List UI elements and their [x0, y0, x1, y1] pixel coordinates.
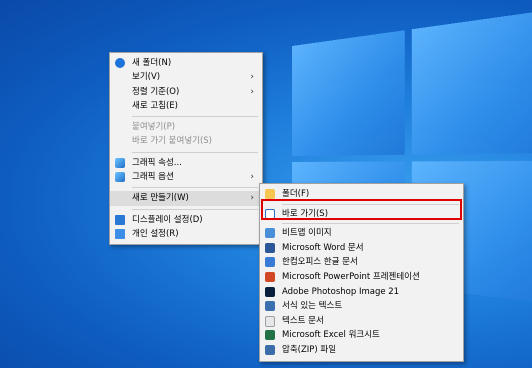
menu-item-label: 그래픽 옵션 [132, 172, 174, 183]
chevron-right-icon: › [250, 72, 254, 83]
submenu-item-hwp[interactable]: 한컴오피스 한글 문서 [260, 255, 463, 270]
photoshop-icon [265, 286, 275, 297]
submenu-item-excel[interactable]: Microsoft Excel 워크시트 [260, 328, 463, 343]
menu-separator [132, 151, 258, 153]
bitmap-icon [265, 228, 275, 239]
excel-icon [265, 330, 275, 341]
menu-item-label: 바로 가기 붙여넣기(S) [132, 136, 212, 147]
chevron-right-icon: › [250, 193, 254, 204]
submenu-item-word[interactable]: Microsoft Word 문서 [260, 241, 463, 256]
powerpoint-icon [265, 271, 275, 282]
graphics-icon [115, 157, 125, 168]
menu-item-label: 그래픽 속성... [132, 157, 182, 168]
menu-item-personalize[interactable]: 개인 설정(R) [110, 227, 262, 241]
text-document-icon [265, 315, 275, 327]
highlight-box [261, 199, 462, 220]
submenu-item-label: 압축(ZIP) 파일 [282, 344, 337, 355]
hwp-icon [265, 257, 275, 268]
menu-item-display-settings[interactable]: 디스플레이 설정(D) [110, 213, 262, 227]
menu-item-view[interactable]: 보기(V) › [110, 70, 262, 84]
submenu-item-label: 서식 있는 텍스트 [282, 301, 343, 312]
menu-item-label: 새 폴더(N) [132, 58, 172, 68]
submenu-item-powerpoint[interactable]: Microsoft PowerPoint 프레젠테이션 [260, 270, 463, 285]
submenu-item-text-document[interactable]: 텍스트 문서 [260, 314, 463, 329]
submenu-item-label: Microsoft Word 문서 [282, 242, 364, 253]
menu-item-refresh[interactable]: 새로 고침(E) [110, 99, 262, 113]
submenu-item-label: 한컴오피스 한글 문서 [282, 257, 358, 268]
submenu-item-label: Microsoft PowerPoint 프레젠테이션 [282, 271, 420, 282]
menu-item-paste-shortcut[interactable]: 바로 가기 붙여넣기(S) [110, 134, 262, 148]
folder-icon [265, 189, 275, 199]
submenu-item-rtf[interactable]: 서식 있는 텍스트 [260, 299, 463, 314]
menu-item-label: 개인 설정(R) [132, 228, 179, 239]
menu-item-new-folder[interactable]: 새 폴더(N) [110, 56, 262, 70]
menu-item-label: 보기(V) [132, 72, 161, 83]
word-icon [265, 242, 275, 253]
menu-item-label: 정렬 기준(O) [132, 86, 180, 97]
menu-separator [282, 223, 459, 225]
chevron-right-icon: › [250, 86, 254, 97]
submenu-item-photoshop[interactable]: Adobe Photoshop Image 21 [260, 285, 463, 300]
personalize-icon [115, 228, 125, 239]
rtf-icon [265, 301, 275, 312]
context-menu: 새 폴더(N) 보기(V) › 정렬 기준(O) › 새로 고침(E) 붙여넣기… [109, 52, 263, 246]
graphics-icon [115, 172, 125, 183]
menu-item-label: 붙여넣기(P) [132, 122, 176, 133]
menu-separator [132, 208, 258, 210]
menu-item-label: 새로 고침(E) [132, 100, 178, 111]
menu-item-label: 디스플레이 설정(D) [132, 214, 203, 225]
menu-item-label: 새로 만들기(W) [132, 193, 189, 204]
menu-item-new[interactable]: 새로 만들기(W) › [110, 191, 262, 206]
submenu-item-label: 텍스트 문서 [282, 315, 324, 326]
menu-item-graphics-properties[interactable]: 그래픽 속성... [110, 156, 262, 170]
submenu-item-label: Microsoft Excel 워크시트 [282, 330, 380, 341]
menu-separator [132, 187, 258, 189]
submenu-item-label: 비트맵 이미지 [282, 228, 332, 239]
menu-separator [132, 116, 258, 118]
submenu-item-label: Adobe Photoshop Image 21 [282, 286, 400, 297]
submenu-item-bitmap[interactable]: 비트맵 이미지 [260, 226, 463, 241]
chevron-right-icon: › [250, 172, 254, 183]
new-folder-icon [115, 58, 125, 68]
menu-item-sort-by[interactable]: 정렬 기준(O) › [110, 85, 262, 99]
submenu-item-label: 폴더(F) [282, 189, 310, 199]
zip-icon [265, 344, 275, 355]
menu-item-paste[interactable]: 붙여넣기(P) [110, 120, 262, 134]
menu-item-graphics-options[interactable]: 그래픽 옵션 › [110, 170, 262, 184]
display-icon [115, 214, 125, 225]
submenu-item-zip[interactable]: 압축(ZIP) 파일 [260, 343, 463, 358]
